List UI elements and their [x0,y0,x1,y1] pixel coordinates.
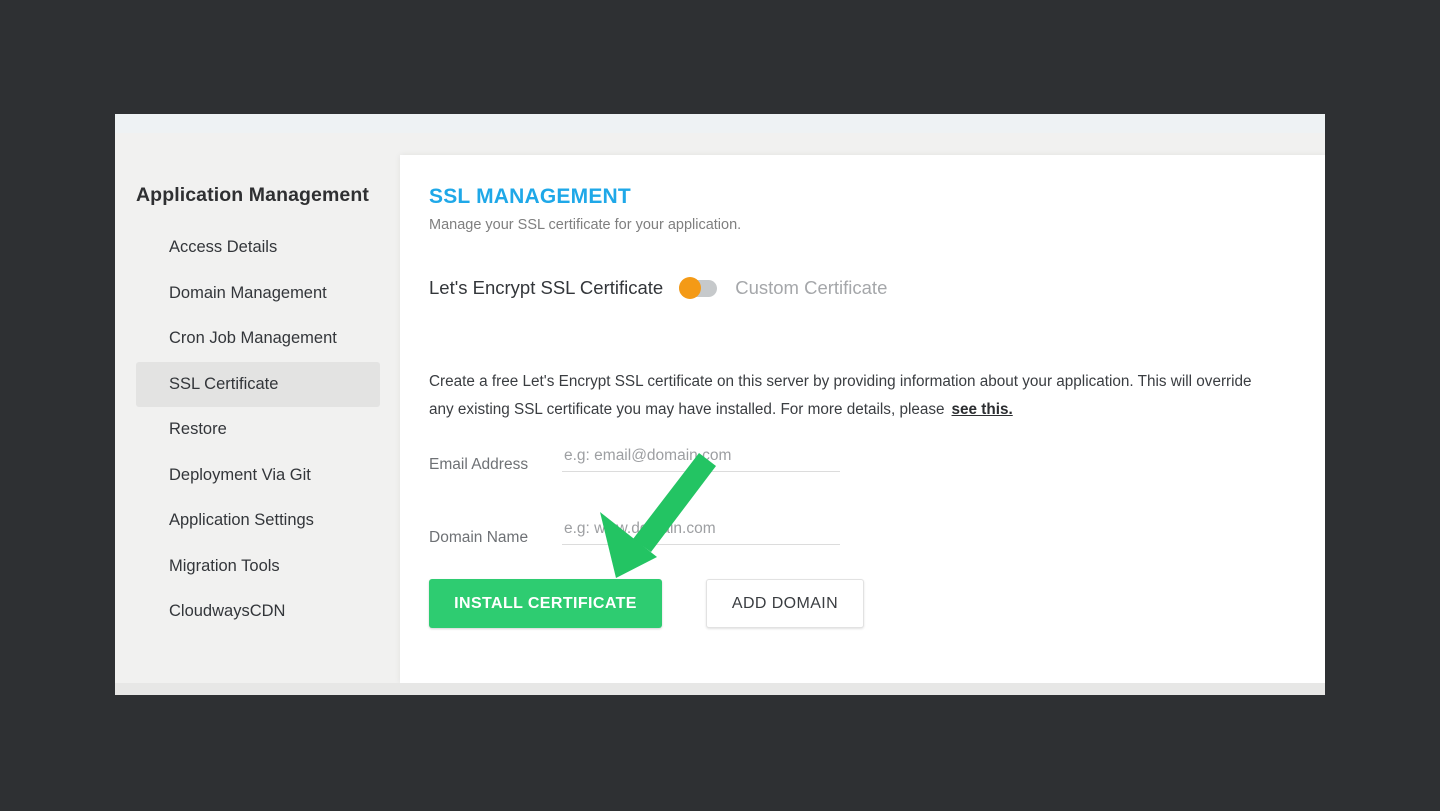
sidebar-item-label: Deployment Via Git [169,465,311,484]
email-address-label: Email Address [429,456,529,473]
sidebar-item-cron-job-management[interactable]: Cron Job Management [136,316,380,362]
form-field-row: Email Address Domain Name [400,435,1325,546]
panel-top-strip [115,114,1325,133]
form-actions: INSTALL CERTIFICATE ADD DOMAIN [429,579,864,628]
sidebar-item-label: Cron Job Management [169,329,337,348]
sidebar-item-label: Domain Management [169,283,327,302]
sidebar-item-label: Restore [169,420,227,439]
custom-certificate-label: Custom Certificate [735,277,888,298]
sidebar-item-restore[interactable]: Restore [136,407,380,453]
sidebar-item-label: CloudwaysCDN [169,602,286,621]
ssl-management-card: SSL MANAGEMENT Manage your SSL certifica… [400,155,1325,683]
sidebar-item-cloudwayscdn[interactable]: CloudwaysCDN [136,589,380,635]
sidebar-item-ssl-certificate[interactable]: SSL Certificate [136,361,380,407]
ssl-form: Email Address Domain Name [400,435,1325,546]
sidebar-item-deployment-via-git[interactable]: Deployment Via Git [136,453,380,499]
sidebar-item-label: Access Details [169,238,278,257]
sidebar-item-domain-management[interactable]: Domain Management [136,271,380,317]
email-address-input[interactable] [562,447,840,472]
certificate-type-toggle-row: Let's Encrypt SSL Certificate Custom Cer… [429,277,887,299]
sidebar-item-application-settings[interactable]: Application Settings [136,498,380,544]
lets-encrypt-label: Let's Encrypt SSL Certificate [429,277,664,298]
ssl-description: Create a free Let's Encrypt SSL certific… [429,368,1259,424]
page-title: SSL MANAGEMENT [429,185,631,208]
page-subtitle: Manage your SSL certificate for your app… [429,217,742,233]
domain-name-label: Domain Name [429,529,529,546]
domain-name-input[interactable] [562,520,840,545]
sidebar-title: Application Management [136,184,369,206]
sidebar-item-label: Migration Tools [169,556,280,575]
sidebar-nav: Access Details Domain Management Cron Jo… [115,225,400,635]
install-certificate-button[interactable]: INSTALL CERTIFICATE [429,579,662,628]
ssl-description-text: Create a free Let's Encrypt SSL certific… [429,373,1252,419]
sidebar: Application Management Access Details Do… [115,133,400,695]
sidebar-item-access-details[interactable]: Access Details [136,225,380,271]
switch-knob [679,277,702,299]
sidebar-item-migration-tools[interactable]: Migration Tools [136,544,380,590]
add-domain-button[interactable]: ADD DOMAIN [706,579,864,628]
sidebar-item-label: SSL Certificate [169,374,279,393]
see-this-link[interactable]: see this. [952,401,1013,418]
panel-bottom-strip [115,683,1325,695]
sidebar-item-label: Application Settings [169,511,314,530]
application-panel: Application Management Access Details Do… [115,114,1325,695]
certificate-type-switch[interactable] [679,277,718,299]
